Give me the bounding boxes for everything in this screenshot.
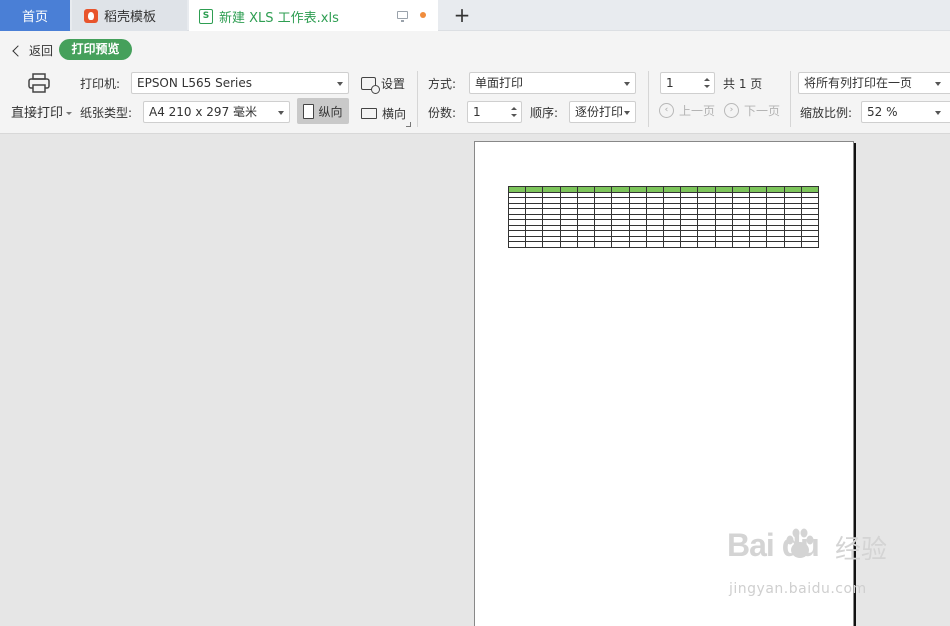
back-label: 返回 — [29, 44, 54, 58]
divider — [648, 71, 649, 127]
tab-home[interactable]: 首页 — [0, 0, 70, 31]
watermark-url: jingyan.baidu.com — [729, 581, 867, 597]
table-cell — [783, 241, 802, 248]
landscape-page-icon — [361, 108, 377, 119]
stepper-down-icon[interactable] — [511, 114, 517, 117]
table-cell — [576, 241, 596, 248]
print-preview-toolbar: 返回 打印预览 直接打印 打印机: EPSON L565 Series 设置 纸… — [0, 31, 950, 134]
total-pages-label: 共 1 页 — [723, 77, 763, 91]
zoom-label: 缩放比例: — [800, 106, 853, 120]
spreadsheet-file-icon: S — [199, 8, 213, 24]
arrow-left-icon: ‹ — [659, 103, 674, 118]
table-cell — [594, 241, 613, 248]
chevron-down-icon — [278, 111, 284, 115]
portrait-page-icon — [303, 103, 315, 119]
table-cell — [680, 241, 699, 248]
previous-page-label: 上一页 — [679, 104, 716, 118]
tab-daoke-template[interactable]: 稻壳模板 — [72, 0, 187, 31]
direct-print-button[interactable]: 直接打印 — [9, 73, 73, 121]
printer-settings-button[interactable]: 设置 — [361, 75, 406, 94]
printer-label: 打印机: — [80, 77, 121, 91]
chevron-down-icon — [337, 82, 343, 86]
printer-select[interactable]: EPSON L565 Series — [131, 72, 349, 94]
divider — [790, 71, 791, 127]
page-number-value: 1 — [666, 76, 674, 90]
print-order-value: 逐份打印 — [575, 105, 624, 119]
table-cell — [697, 241, 716, 248]
table-cell — [525, 241, 544, 248]
printer-select-value: EPSON L565 Series — [137, 76, 252, 90]
chevron-down-icon — [935, 111, 941, 115]
mode-label: 方式: — [428, 77, 457, 91]
tab-bar: 首页 稻壳模板 S 新建 XLS 工作表.xls + — [0, 0, 950, 32]
next-page-label: 下一页 — [744, 104, 781, 118]
copies-stepper[interactable]: 1 — [467, 101, 522, 123]
tab-home-label: 首页 — [21, 10, 48, 25]
table-cell — [611, 241, 630, 248]
dropdown-caret-icon[interactable] — [66, 112, 73, 115]
print-preview-badge: 打印预览 — [59, 39, 132, 60]
zoom-select[interactable]: 52 % — [861, 101, 950, 123]
spreadsheet-preview-table — [507, 186, 820, 248]
stepper-up-icon[interactable] — [704, 78, 710, 81]
table-cell — [766, 241, 785, 248]
printer-settings-icon — [361, 77, 380, 94]
paper-type-label: 纸张类型: — [80, 106, 133, 120]
table-cell — [645, 241, 664, 248]
chevron-down-icon — [624, 111, 630, 115]
zoom-value: 52 % — [867, 105, 898, 119]
paper-type-select[interactable]: A4 210 x 297 毫米 — [143, 101, 290, 123]
table-cell — [507, 241, 527, 248]
baidu-jingyan-watermark: Bai du 经验 jingyan.baidu.com — [727, 527, 927, 607]
watermark-cn: 经验 — [835, 535, 888, 565]
copies-label: 份数: — [428, 106, 457, 120]
next-page-button[interactable]: › 下一页 — [724, 102, 780, 119]
chevron-down-icon — [935, 82, 941, 86]
print-mode-value: 单面打印 — [475, 76, 524, 90]
daoke-logo-icon — [84, 8, 98, 23]
table-cell — [731, 241, 751, 248]
table-cell — [542, 241, 561, 248]
more-settings-corner-icon[interactable] — [406, 122, 411, 127]
landscape-label: 横向 — [382, 107, 407, 121]
landscape-button[interactable]: 横向 — [361, 105, 406, 122]
paper-type-value: A4 210 x 297 毫米 — [149, 105, 258, 119]
print-mode-select[interactable]: 单面打印 — [469, 72, 636, 94]
arrow-right-icon: › — [724, 103, 739, 118]
tab-daoke-label: 稻壳模板 — [104, 10, 157, 25]
table-cell — [800, 241, 820, 248]
previous-page-button[interactable]: ‹ 上一页 — [659, 102, 715, 119]
monitor-icon[interactable] — [397, 11, 408, 22]
unsaved-dot-icon — [420, 12, 426, 18]
tab-document[interactable]: S 新建 XLS 工作表.xls — [189, 0, 438, 32]
table-cell — [662, 241, 682, 248]
back-button[interactable]: 返回 — [12, 42, 53, 59]
stepper-down-icon[interactable] — [704, 85, 710, 88]
chevron-left-icon — [12, 44, 24, 57]
baidu-paw-icon — [786, 528, 814, 558]
table-cell — [749, 241, 768, 248]
portrait-label: 纵向 — [318, 104, 343, 119]
tab-document-label: 新建 XLS 工作表.xls — [219, 10, 339, 26]
chevron-down-icon — [624, 82, 630, 86]
printer-icon — [28, 73, 50, 93]
copies-value: 1 — [473, 105, 481, 119]
table-cell — [628, 241, 647, 248]
fit-to-page-select[interactable]: 将所有列打印在一页 — [798, 72, 950, 94]
fit-to-page-value: 将所有列打印在一页 — [804, 76, 913, 90]
print-order-select[interactable]: 逐份打印 — [569, 101, 636, 123]
stepper-up-icon[interactable] — [511, 107, 517, 110]
new-tab-plus-icon[interactable]: + — [452, 4, 472, 26]
portrait-button[interactable]: 纵向 — [297, 98, 349, 124]
page-number-stepper[interactable]: 1 — [660, 72, 715, 94]
table-cell — [714, 241, 733, 248]
table-cell — [559, 241, 578, 248]
direct-print-label: 直接打印 — [11, 102, 73, 121]
divider — [417, 71, 418, 127]
table-row — [507, 241, 820, 248]
order-label: 顺序: — [530, 106, 559, 120]
settings-label: 设置 — [381, 77, 406, 91]
